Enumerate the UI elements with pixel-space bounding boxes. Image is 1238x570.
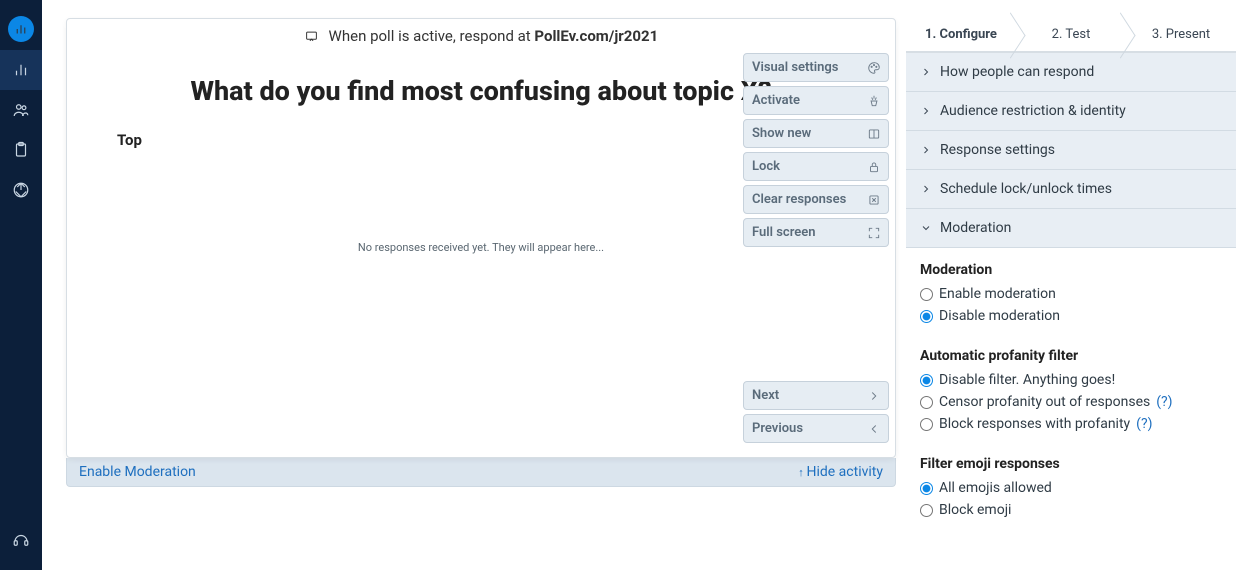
clear-responses-button[interactable]: Clear responses (743, 185, 889, 214)
logo-icon[interactable] (0, 8, 42, 50)
chevron-right-icon (920, 144, 932, 156)
lock-button[interactable]: Lock (743, 152, 889, 181)
fullscreen-label: Full screen (752, 225, 816, 240)
step-test-label: 2. Test (1052, 27, 1091, 42)
radio-disable-moderation-label: Disable moderation (939, 308, 1060, 324)
nav-participants[interactable] (0, 90, 42, 130)
acc-response-settings[interactable]: Response settings (906, 131, 1236, 170)
radio-emoji-allow-label: All emojis allowed (939, 480, 1052, 496)
radio-profanity-disable-label: Disable filter. Anything goes! (939, 372, 1115, 388)
radio-profanity-disable[interactable]: Disable filter. Anything goes! (920, 372, 1222, 388)
chevron-right-icon (920, 66, 932, 78)
help-link-censor[interactable]: (?) (1156, 394, 1172, 410)
radio-emoji-block-input[interactable] (920, 504, 933, 517)
previous-button[interactable]: Previous (743, 414, 889, 443)
show-new-button[interactable]: Show new (743, 119, 889, 148)
stage-controls: Visual settings Activate Show new Lock C… (743, 53, 889, 251)
previous-label: Previous (752, 421, 803, 436)
radio-emoji-block[interactable]: Block emoji (920, 502, 1222, 518)
palette-icon (866, 60, 882, 76)
radio-disable-moderation[interactable]: Disable moderation (920, 308, 1222, 324)
radio-emoji-allow[interactable]: All emojis allowed (920, 480, 1222, 496)
clear-label: Clear responses (752, 192, 846, 207)
chevron-left-icon (866, 421, 882, 437)
acc-response-settings-label: Response settings (940, 142, 1055, 158)
clear-icon (866, 192, 882, 208)
radio-emoji-block-label: Block emoji (939, 502, 1011, 518)
chevron-right-icon (920, 105, 932, 117)
nav-reports[interactable] (0, 170, 42, 210)
profanity-heading: Automatic profanity filter (920, 348, 1222, 364)
radio-enable-moderation-input[interactable] (920, 288, 933, 301)
radio-profanity-censor-input[interactable] (920, 396, 933, 409)
nav-activities[interactable] (0, 50, 42, 90)
chevron-right-icon (920, 183, 932, 195)
radio-profanity-block[interactable]: Block responses with profanity (?) (920, 416, 1222, 432)
radio-enable-moderation[interactable]: Enable moderation (920, 286, 1222, 302)
stage-nav: Next Previous (743, 381, 889, 447)
moderation-panel: Moderation Enable moderation Disable mod… (906, 248, 1236, 528)
acc-moderation[interactable]: Moderation (906, 209, 1236, 248)
moderation-heading: Moderation (920, 262, 1222, 278)
show-new-label: Show new (752, 126, 811, 141)
lock-label: Lock (752, 159, 780, 174)
poll-stage: When poll is active, respond at PollEv.c… (66, 18, 896, 458)
acc-how-respond-label: How people can respond (940, 64, 1094, 80)
step-configure-label: 1. Configure (925, 27, 997, 42)
respond-prefix: When poll is active, respond at (329, 27, 535, 45)
visual-settings-label: Visual settings (752, 60, 838, 75)
empty-state-text: No responses received yet. They will app… (117, 241, 845, 254)
nav-surveys[interactable] (0, 130, 42, 170)
step-configure[interactable]: 1. Configure (906, 18, 1016, 52)
step-test[interactable]: 2. Test (1016, 18, 1126, 52)
expand-icon (866, 225, 882, 241)
top-label: Top (117, 131, 845, 149)
fullscreen-button[interactable]: Full screen (743, 218, 889, 247)
nav-support[interactable] (0, 520, 42, 560)
emoji-heading: Filter emoji responses (920, 456, 1222, 472)
radio-profanity-censor-label: Censor profanity out of responses (939, 394, 1150, 410)
step-present[interactable]: 3. Present (1126, 18, 1236, 52)
chevron-right-icon (866, 388, 882, 404)
poll-question: What do you find most confusing about to… (117, 75, 845, 107)
config-accordion: How people can respond Audience restrict… (906, 52, 1236, 528)
left-nav-rail (0, 0, 42, 570)
next-label: Next (752, 388, 779, 403)
acc-moderation-label: Moderation (940, 220, 1011, 236)
help-link-block[interactable]: (?) (1136, 416, 1152, 432)
acc-audience-label: Audience restriction & identity (940, 103, 1126, 119)
radio-profanity-block-label: Block responses with profanity (939, 416, 1130, 432)
radio-profanity-disable-input[interactable] (920, 374, 933, 387)
radio-disable-moderation-input[interactable] (920, 310, 933, 323)
respond-url: PollEv.com/jr2021 (534, 27, 658, 45)
enable-moderation-link[interactable]: Enable Moderation (79, 464, 196, 480)
activate-button[interactable]: Activate (743, 86, 889, 115)
main-area: When poll is active, respond at PollEv.c… (42, 0, 1238, 570)
acc-schedule[interactable]: Schedule lock/unlock times (906, 170, 1236, 209)
activate-label: Activate (752, 93, 800, 108)
visual-settings-button[interactable]: Visual settings (743, 53, 889, 82)
next-button[interactable]: Next (743, 381, 889, 410)
radio-profanity-censor[interactable]: Censor profanity out of responses (?) (920, 394, 1222, 410)
acc-schedule-label: Schedule lock/unlock times (940, 181, 1112, 197)
hide-activity-label: Hide activity (806, 464, 883, 480)
acc-audience[interactable]: Audience restriction & identity (906, 92, 1236, 131)
step-present-label: 3. Present (1152, 27, 1210, 42)
config-sidebar: 1. Configure 2. Test 3. Present How peop… (906, 18, 1236, 570)
radio-profanity-block-input[interactable] (920, 418, 933, 431)
chevron-down-icon (920, 222, 932, 234)
wizard-steps: 1. Configure 2. Test 3. Present (906, 18, 1236, 52)
hide-activity-link[interactable]: ↑ Hide activity (798, 464, 883, 480)
acc-how-respond[interactable]: How people can respond (906, 53, 1236, 92)
activate-icon (866, 93, 882, 109)
respond-instruction: When poll is active, respond at PollEv.c… (67, 27, 895, 45)
columns-icon (866, 126, 882, 142)
stage-column: When poll is active, respond at PollEv.c… (66, 18, 896, 570)
lock-icon (866, 159, 882, 175)
stage-footer: Enable Moderation ↑ Hide activity (66, 458, 896, 487)
radio-enable-moderation-label: Enable moderation (939, 286, 1056, 302)
radio-emoji-allow-input[interactable] (920, 482, 933, 495)
